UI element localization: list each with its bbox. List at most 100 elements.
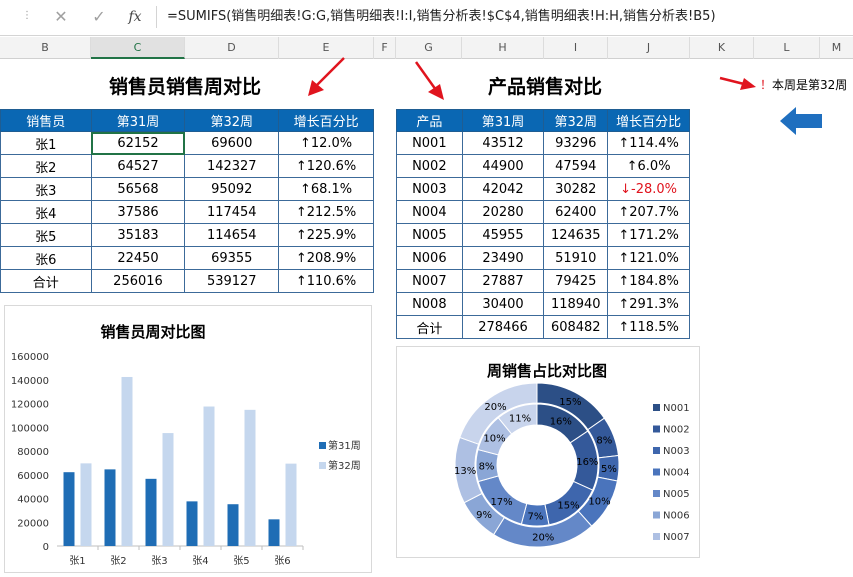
- cell-growth[interactable]: ↑184.8%: [607, 269, 690, 293]
- cell-week31[interactable]: 35183: [90, 223, 186, 247]
- legend-swatch: [653, 490, 660, 497]
- cell-name[interactable]: 张1: [0, 131, 92, 155]
- cell-growth[interactable]: ↑12.0%: [278, 131, 374, 155]
- cell-week32[interactable]: 142327: [184, 154, 280, 178]
- cell-week31[interactable]: 64527: [90, 154, 186, 178]
- red-arrow-icon: [308, 57, 345, 96]
- donut-chart-panel[interactable]: 周销售占比对比图 15% 8% 5% 10% 20% 9% 13% 20% 16% 16% 15% 7%…: [396, 346, 700, 558]
- cell-name[interactable]: N005: [396, 223, 463, 247]
- cell-growth[interactable]: ↑121.0%: [607, 246, 690, 270]
- cell-week32[interactable]: 608482: [543, 315, 609, 339]
- cell-growth[interactable]: ↑118.5%: [607, 315, 690, 339]
- x-tick-label: 张6: [274, 555, 290, 567]
- cell-week31[interactable]: 256016: [90, 269, 186, 293]
- cell-week32[interactable]: 69600: [184, 131, 280, 155]
- cell-week32[interactable]: 51910: [543, 246, 609, 270]
- cell-name[interactable]: N008: [396, 292, 463, 316]
- column-header-b[interactable]: B: [0, 37, 91, 59]
- cell-growth[interactable]: ↓-28.0%: [607, 177, 690, 201]
- cell-name[interactable]: 张4: [0, 200, 92, 224]
- header-growth: 增长百分比: [278, 109, 374, 132]
- bar-week31: [104, 469, 116, 546]
- chart-title: 周销售占比对比图: [487, 362, 607, 380]
- cell-growth[interactable]: ↑208.9%: [278, 246, 374, 270]
- cell-week32[interactable]: 69355: [184, 246, 280, 270]
- cell-name[interactable]: N002: [396, 154, 463, 178]
- y-tick-label: 0: [43, 542, 49, 553]
- cell-growth[interactable]: ↑207.7%: [607, 200, 690, 224]
- cell-week32[interactable]: 124635: [543, 223, 609, 247]
- cell-week31[interactable]: 27887: [461, 269, 545, 293]
- legend-label: N002: [663, 425, 690, 436]
- column-header-k[interactable]: K: [690, 37, 754, 59]
- cell-week32[interactable]: 93296: [543, 131, 609, 155]
- week-note: ！本周是第32周: [760, 76, 847, 93]
- column-header-h[interactable]: H: [462, 37, 544, 59]
- cell-week32[interactable]: 117454: [184, 200, 280, 224]
- cell-growth[interactable]: ↑6.0%: [607, 154, 690, 178]
- column-header-f[interactable]: F: [374, 37, 396, 59]
- cell-growth[interactable]: ↑68.1%: [278, 177, 374, 201]
- cell-growth[interactable]: ↑225.9%: [278, 223, 374, 247]
- cell-name[interactable]: N003: [396, 177, 463, 201]
- name-box[interactable]: ⋮: [0, 4, 32, 30]
- legend-label: 第31周: [328, 439, 361, 452]
- cell-growth[interactable]: ↑212.5%: [278, 200, 374, 224]
- cell-week32[interactable]: 118940: [543, 292, 609, 316]
- cell-week31[interactable]: 42042: [461, 177, 545, 201]
- more-icon[interactable]: ⋮: [22, 11, 32, 22]
- column-header-c[interactable]: C: [91, 37, 185, 59]
- column-header-i[interactable]: I: [544, 37, 608, 59]
- cell-week32[interactable]: 62400: [543, 200, 609, 224]
- cell-week31[interactable]: 56568: [90, 177, 186, 201]
- column-header-g[interactable]: G: [396, 37, 462, 59]
- cell-week31[interactable]: 43512: [461, 131, 545, 155]
- cell-week32[interactable]: 95092: [184, 177, 280, 201]
- cell-name[interactable]: N007: [396, 269, 463, 293]
- cell-week31[interactable]: 22450: [90, 246, 186, 270]
- cell-name[interactable]: 张2: [0, 154, 92, 178]
- cell-week31[interactable]: 62152: [90, 131, 186, 155]
- check-icon[interactable]: ✓: [86, 4, 112, 30]
- cell-name[interactable]: 合计: [0, 269, 92, 293]
- donut-label-outer: 5%: [601, 464, 617, 475]
- cell-week32[interactable]: 79425: [543, 269, 609, 293]
- cell-name[interactable]: 合计: [396, 315, 463, 339]
- cell-name[interactable]: 张3: [0, 177, 92, 201]
- cell-name[interactable]: N001: [396, 131, 463, 155]
- cell-growth[interactable]: ↑291.3%: [607, 292, 690, 316]
- cell-week31[interactable]: 37586: [90, 200, 186, 224]
- cell-name[interactable]: 张6: [0, 246, 92, 270]
- cell-week32[interactable]: 47594: [543, 154, 609, 178]
- column-header-d[interactable]: D: [185, 37, 279, 59]
- column-header-l[interactable]: L: [754, 37, 820, 59]
- cell-week31[interactable]: 20280: [461, 200, 545, 224]
- column-header-m[interactable]: M: [820, 37, 853, 59]
- cell-week31[interactable]: 30400: [461, 292, 545, 316]
- cell-name[interactable]: N006: [396, 246, 463, 270]
- legend-swatch: [653, 511, 660, 519]
- header-growth: 增长百分比: [607, 109, 690, 132]
- y-tick-label: 80000: [17, 447, 49, 458]
- column-header-j[interactable]: J: [608, 37, 690, 59]
- bar-chart-panel[interactable]: 销售员周对比图 0 20000 40000 60000 80000 100000 120000…: [4, 305, 372, 573]
- cell-week31[interactable]: 44900: [461, 154, 545, 178]
- cell-name[interactable]: 张5: [0, 223, 92, 247]
- cell-growth[interactable]: ↑171.2%: [607, 223, 690, 247]
- cell-growth[interactable]: ↑114.4%: [607, 131, 690, 155]
- cell-name[interactable]: N004: [396, 200, 463, 224]
- cell-growth[interactable]: ↑110.6%: [278, 269, 374, 293]
- cell-week32[interactable]: 30282: [543, 177, 609, 201]
- cell-growth[interactable]: ↑120.6%: [278, 154, 374, 178]
- close-icon[interactable]: ✕: [48, 4, 74, 30]
- fx-icon[interactable]: fx: [122, 4, 148, 30]
- cell-week31[interactable]: 23490: [461, 246, 545, 270]
- cell-week32[interactable]: 539127: [184, 269, 280, 293]
- table-row: N007 27887 79425 ↑184.8%: [396, 269, 690, 293]
- cell-week31[interactable]: 45955: [461, 223, 545, 247]
- donut-label-inner: 8%: [479, 461, 495, 472]
- formula-input[interactable]: =SUMIFS(销售明细表!G:G,销售明细表!I:I,销售分析表!$C$4,销…: [167, 6, 853, 28]
- cell-week31[interactable]: 278466: [461, 315, 545, 339]
- bar-week31: [227, 504, 239, 546]
- cell-week32[interactable]: 114654: [184, 223, 280, 247]
